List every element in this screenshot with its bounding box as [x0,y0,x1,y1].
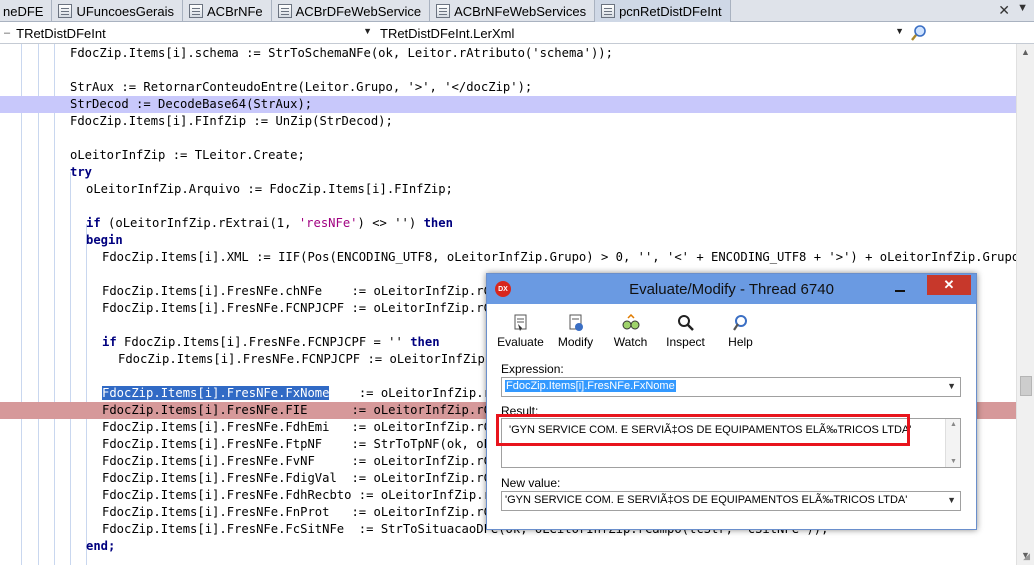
expression-label: Expression: [501,362,564,376]
annotation-highlight-box [496,414,910,446]
code-line: FdocZip.Items[i].XML := IIF(Pos(ENCODING… [0,249,1016,266]
dash-icon: – [4,27,11,39]
chevron-down-icon: ▼ [895,26,904,36]
new-value-combobox[interactable]: 'GYN SERVICE COM. E SERVIÃ‡OS DE EQUIPAM… [501,491,961,511]
chevron-down-icon[interactable]: ▼ [947,381,956,391]
tab-acbrdfewebservice[interactable]: ACBrDFeWebService [272,0,431,22]
evaluate-button[interactable]: Evaluate [493,310,548,350]
code-fragment: ) <> '') [357,216,424,230]
tab-label: neDFE [3,3,44,19]
tab-pcnretdistdfeint[interactable]: pcnRetDistDFeInt [595,0,731,22]
minimize-button[interactable] [893,282,907,294]
modify-label: Modify [557,335,594,349]
class-selector-value: TRetDistDFeInt [16,25,106,41]
code-text: FdocZip.Items[i].FInfZip := UnZip(StrDec… [70,114,393,128]
selected-expression[interactable]: FdocZip.Items[i].FresNFe.FxNome [102,386,330,400]
tab-label: ACBrNFeWebServices [454,3,587,19]
new-value-value: 'GYN SERVICE COM. E SERVIÃ‡OS DE EQUIPAM… [505,494,908,506]
tab-acbrnfe[interactable]: ACBrNFe [183,0,272,22]
code-navigation-bar: – TRetDistDFeInt ▼ TRetDistDFeInt.LerXml… [0,22,1034,44]
class-selector[interactable]: – TRetDistDFeInt ▼ [4,24,374,42]
modify-icon [569,314,583,331]
chevron-down-icon: ▼ [363,26,372,36]
watch-label: Watch [613,335,648,349]
string-literal: 'resNFe' [298,216,358,230]
new-value-label: New value: [501,476,561,490]
code-line: if (oLeitorInfZip.rExtrai(1, 'resNFe') <… [0,215,1016,232]
unit-file-icon [277,4,292,18]
scrollbar-thumb[interactable] [1020,376,1032,396]
code-text: oLeitorInfZip := TLeitor.Create; [70,148,305,162]
dialog-title-bar[interactable]: DX Evaluate/Modify - Thread 6740 ✕ [487,274,976,304]
tab-ufuncoesgerais[interactable]: UFuncoesGerais [52,0,184,22]
chevron-down-icon[interactable]: ▼ [947,495,956,505]
keyword: then [410,335,440,349]
code-line: FdocZip.Items[i].schema := StrToSchemaNF… [0,45,1016,62]
tab-label: ACBrDFeWebService [295,3,422,19]
unit-file-icon [189,4,204,18]
expression-value: FdocZip.Items[i].FresNFe.FxNome [505,380,676,392]
keyword: begin [86,233,123,247]
watch-glasses-icon [622,314,639,330]
tab-label: pcnRetDistDFeInt [619,3,722,19]
tab-label: UFuncoesGerais [76,3,175,19]
help-button[interactable]: Help [713,310,768,350]
unit-file-icon [58,4,73,18]
keyword: try [70,165,93,179]
modify-button[interactable]: Modify [548,310,603,350]
tab-acbrnfewebservices[interactable]: ACBrNFeWebServices [430,0,596,22]
watch-button[interactable]: Watch [603,310,658,350]
keyword: if [102,335,117,349]
code-line: end; [0,538,1016,555]
code-line: FdocZip.Items[i].FInfZip := UnZip(StrDec… [0,113,1016,130]
code-text: if FdocZip.Items[i].FresNFe.FCNPJCPF = '… [102,334,440,351]
code-text: FdocZip.Items[i].XML := IIF(Pos(ENCODING… [102,250,1016,264]
keyword: end; [86,539,116,553]
unit-file-icon [601,4,616,18]
code-text: StrDecod := DecodeBase64(StrAux); [70,97,313,111]
code-line: oLeitorInfZip := TLeitor.Create; [0,147,1016,164]
help-label: Help [728,335,753,349]
code-text: oLeitorInfZip.Arquivo := FdocZip.Items[i… [86,182,453,196]
evaluate-label: Evaluate [497,335,544,349]
magnifier-icon [677,315,694,331]
editor-tab-bar: neDFE UFuncoesGerais ACBrNFe ACBrDFeWebS… [0,0,1034,22]
code-text: StrAux := RetornarConteudoEntre(Leitor.G… [70,80,533,94]
keyword: if [86,216,101,230]
code-line: oLeitorInfZip.Arquivo := FdocZip.Items[i… [0,181,1016,198]
code-text: if (oLeitorInfZip.rExtrai(1, 'resNFe') <… [86,215,453,232]
unit-file-icon [436,4,451,18]
evaluate-modify-dialog: DX Evaluate/Modify - Thread 6740 ✕ Evalu… [486,273,977,530]
code-text: FdocZip.Items[i].schema := StrToSchemaNF… [70,46,613,60]
help-icon [732,315,747,331]
method-selector[interactable]: TRetDistDFeInt.LerXml ▼ [380,24,906,42]
tab-list-dropdown-icon[interactable]: ▼ [1017,2,1028,14]
evaluate-icon [514,314,526,331]
code-line: try [0,164,1016,181]
result-scrollbar[interactable]: ▲ ▼ [945,419,960,467]
scroll-up-icon[interactable]: ▲ [1021,47,1030,57]
code-line: StrAux := RetornarConteudoEntre(Leitor.G… [0,79,1016,96]
close-button[interactable]: ✕ [927,275,971,295]
search-icon[interactable] [910,24,928,42]
close-tab-icon[interactable]: ✕ [998,2,1010,19]
resize-grip-icon[interactable]: ◢ [1023,551,1030,562]
scroll-up-icon[interactable]: ▲ [950,421,957,428]
editor-vertical-scrollbar[interactable]: ▲ ▼ [1016,44,1034,565]
inspect-label: Inspect [666,335,705,349]
method-selector-value: TRetDistDFeInt.LerXml [380,25,515,41]
code-line: begin [0,232,1016,249]
inspect-button[interactable]: Inspect [658,310,713,350]
expression-combobox[interactable]: FdocZip.Items[i].FresNFe.FxNome ▼ [501,377,961,397]
dialog-toolbar: Evaluate Modify Watch Inspect Help [493,310,768,350]
scroll-down-icon[interactable]: ▼ [950,458,957,465]
tab-label: ACBrNFe [207,3,263,19]
keyword: then [423,216,453,230]
tab-nedfe[interactable]: neDFE [0,0,53,22]
code-line-current: StrDecod := DecodeBase64(StrAux); [0,96,1016,113]
code-fragment: (oLeitorInfZip.rExtrai(1, [100,216,299,230]
code-fragment: FdocZip.Items[i].FresNFe.FCNPJCPF = '' [116,335,411,349]
